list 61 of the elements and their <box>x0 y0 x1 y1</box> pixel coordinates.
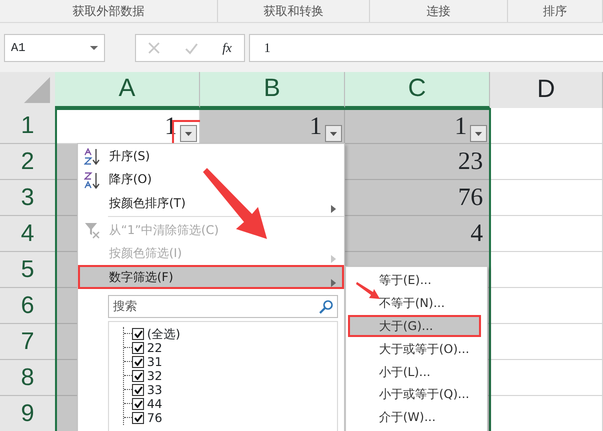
caret-icon <box>330 132 337 136</box>
search-icon <box>319 300 333 314</box>
menu-item[interactable]: 等于(E)... <box>348 269 481 292</box>
row-header[interactable]: 1 <box>0 108 55 144</box>
row-header[interactable]: 3 <box>0 180 55 216</box>
row-header[interactable]: 4 <box>0 216 55 252</box>
menu-item[interactable]: 小于(L)... <box>348 360 481 383</box>
menu-item[interactable]: 小于或等于(Q)... <box>348 382 481 406</box>
row-header[interactable]: 5 <box>0 252 55 288</box>
ribbon-group-label: 获取和转换 <box>264 3 324 20</box>
ribbon-group-label: 获取外部数据 <box>72 3 144 20</box>
menu-item[interactable]: 数字筛选(F) <box>78 264 344 289</box>
sort-descending-icon <box>84 172 100 189</box>
menu-item[interactable]: 降序(O) <box>78 168 344 192</box>
filter-dropdown-button[interactable] <box>470 125 487 142</box>
submenu-arrow-icon <box>331 255 336 264</box>
annotation-arrow <box>356 282 380 299</box>
menu-item[interactable]: 升序(S) <box>78 144 344 168</box>
ribbon-group-label: 连接 <box>426 3 450 20</box>
checkbox[interactable] <box>132 328 144 340</box>
menu-item[interactable]: 介于(W)... <box>348 406 481 429</box>
dropdown-icon <box>90 46 98 50</box>
insert-function-button[interactable]: fx <box>222 38 232 58</box>
search-field[interactable]: 搜索 <box>108 294 338 318</box>
select-all-icon <box>22 75 52 105</box>
filter-dropdown-button[interactable] <box>180 125 197 142</box>
checkbox[interactable] <box>132 398 144 410</box>
menu-item[interactable]: 按颜色排序(T) <box>78 191 344 215</box>
submenu-arrow-icon <box>331 204 336 213</box>
cell-value: 1 <box>310 112 322 142</box>
column-header[interactable]: B <box>200 72 345 108</box>
checkbox-label: (全选) <box>147 326 180 343</box>
sort-ascending-icon <box>84 148 100 166</box>
row-header[interactable]: 7 <box>0 324 55 360</box>
row-header[interactable]: 9 <box>0 396 55 431</box>
cell-value: 1 <box>454 112 467 142</box>
caret-icon <box>185 132 192 136</box>
menu-item[interactable]: 不等于(N)... <box>348 292 481 315</box>
checkbox[interactable] <box>132 384 144 396</box>
cell-value: 23 <box>458 146 483 177</box>
menu-item[interactable]: 大于(G)... <box>348 314 481 338</box>
row-header[interactable]: 8 <box>0 360 55 396</box>
checkbox[interactable] <box>132 356 144 368</box>
checkbox[interactable] <box>132 370 144 382</box>
clear-filter-icon <box>84 222 100 239</box>
cell-value: 76 <box>458 182 483 213</box>
caret-icon <box>475 132 482 136</box>
checkbox[interactable] <box>132 412 144 424</box>
formula-input[interactable]: 1 <box>249 34 603 62</box>
column-header[interactable]: A <box>55 72 200 108</box>
filter-dropdown-button[interactable] <box>325 125 342 142</box>
name-box[interactable]: A1 <box>4 34 105 62</box>
row-header[interactable]: 2 <box>0 144 55 180</box>
ribbon-group-label: 排序 <box>543 3 567 20</box>
column-header[interactable]: D <box>490 72 603 108</box>
row-header[interactable]: 6 <box>0 288 55 324</box>
menu-item[interactable]: 大于或等于(O)... <box>348 337 481 360</box>
submenu-arrow-icon <box>331 278 336 287</box>
cell-value: 4 <box>470 218 483 249</box>
column-header[interactable]: C <box>345 72 490 108</box>
checkbox[interactable] <box>132 342 144 354</box>
